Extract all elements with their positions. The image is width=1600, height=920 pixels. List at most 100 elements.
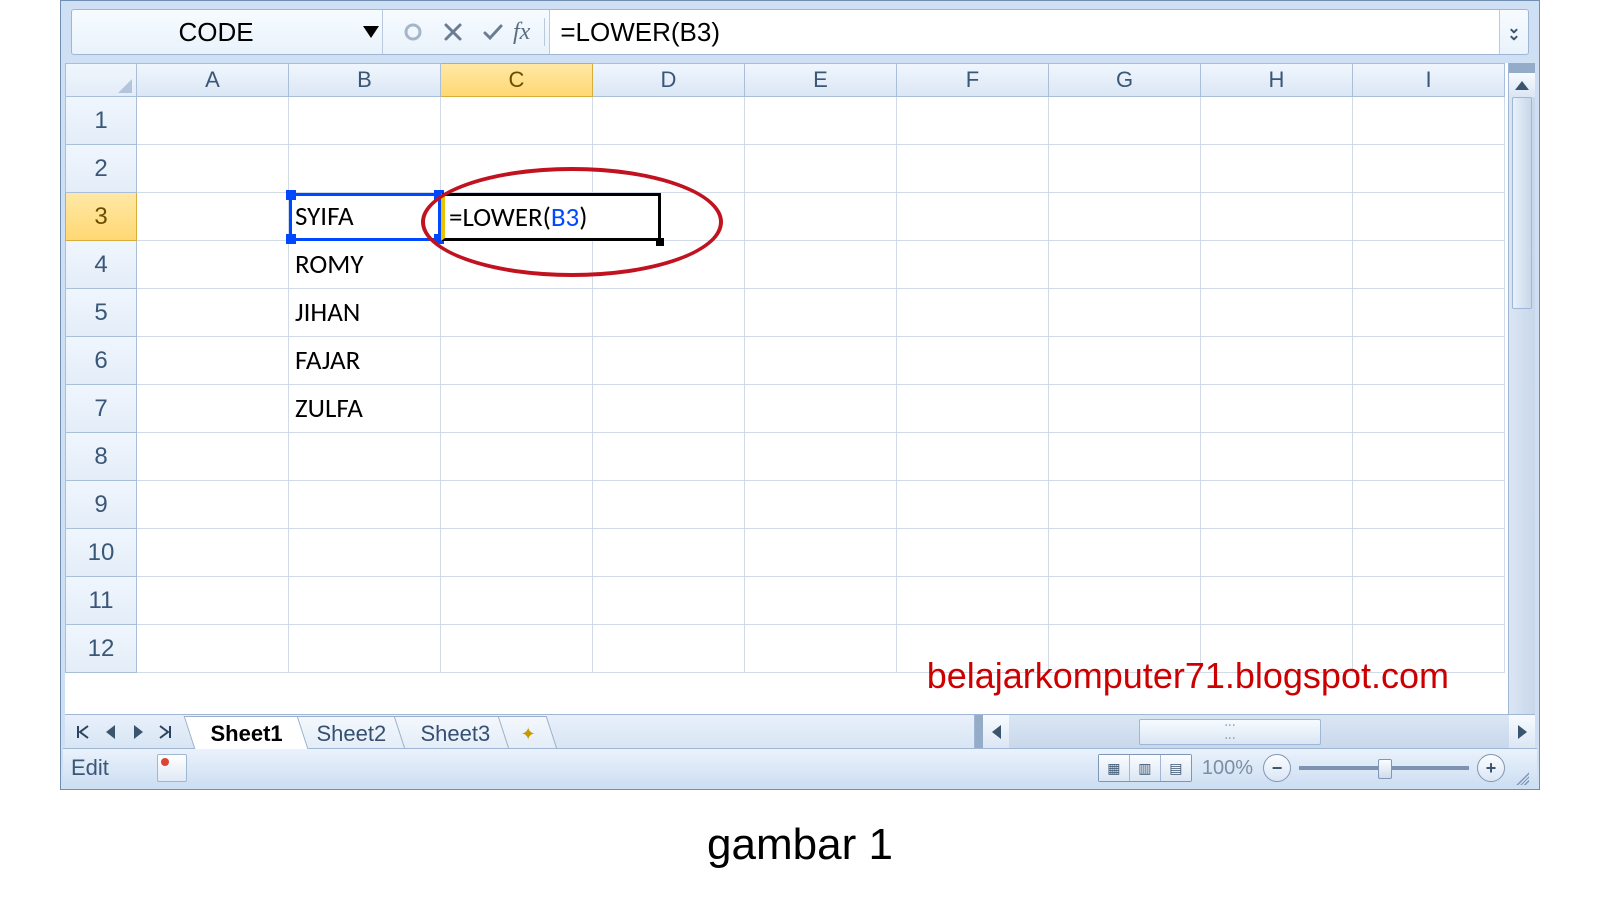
horizontal-scroll-track[interactable] — [1009, 715, 1509, 749]
cell-C8[interactable] — [441, 433, 593, 481]
cell-F6[interactable] — [897, 337, 1049, 385]
pane-splitter-vertical[interactable] — [1509, 63, 1535, 73]
cell-C6[interactable] — [441, 337, 593, 385]
cell-G8[interactable] — [1049, 433, 1201, 481]
scroll-left-button[interactable] — [983, 715, 1009, 749]
cell-I8[interactable] — [1353, 433, 1505, 481]
spreadsheet-grid[interactable]: A B C D E F G H I 123SYIFA4ROMY5JIHAN6FA… — [65, 63, 1509, 715]
zoom-percentage[interactable]: 100% — [1202, 757, 1253, 780]
tab-nav-next[interactable] — [127, 721, 149, 743]
sheet-tab-2[interactable]: Sheet2 — [290, 716, 412, 749]
cell-F5[interactable] — [897, 289, 1049, 337]
cell-A2[interactable] — [137, 145, 289, 193]
vertical-scrollbar[interactable] — [1508, 63, 1535, 715]
cell-E8[interactable] — [745, 433, 897, 481]
sheet-tab-1[interactable]: Sheet1 — [184, 716, 309, 749]
cell-H8[interactable] — [1201, 433, 1353, 481]
zoom-slider-knob[interactable] — [1378, 759, 1392, 779]
cell-E5[interactable] — [745, 289, 897, 337]
row-header-9[interactable]: 9 — [65, 481, 137, 529]
row-header-1[interactable]: 1 — [65, 97, 137, 145]
cell-D12[interactable] — [593, 625, 745, 673]
macro-record-button[interactable] — [157, 754, 187, 782]
cell-E7[interactable] — [745, 385, 897, 433]
cell-C7[interactable] — [441, 385, 593, 433]
column-header-C[interactable]: C — [441, 63, 593, 97]
cell-C10[interactable] — [441, 529, 593, 577]
cancel-formula-button[interactable] — [435, 16, 471, 48]
column-header-D[interactable]: D — [593, 63, 745, 97]
cell-E1[interactable] — [745, 97, 897, 145]
cell-D8[interactable] — [593, 433, 745, 481]
window-resize-grip[interactable] — [1513, 769, 1529, 785]
cell-editor-C3[interactable]: =LOWER(B3) — [441, 193, 661, 241]
scroll-right-button[interactable] — [1509, 715, 1535, 749]
expand-formula-bar-button[interactable]: ⌄⌄ — [1500, 10, 1528, 54]
cell-I3[interactable] — [1353, 193, 1505, 241]
cell-G2[interactable] — [1049, 145, 1201, 193]
vertical-scroll-thumb[interactable] — [1512, 97, 1532, 309]
zoom-slider[interactable] — [1299, 766, 1469, 770]
column-header-F[interactable]: F — [897, 63, 1049, 97]
cell-A5[interactable] — [137, 289, 289, 337]
row-header-6[interactable]: 6 — [65, 337, 137, 385]
cell-D2[interactable] — [593, 145, 745, 193]
cell-G1[interactable] — [1049, 97, 1201, 145]
column-header-B[interactable]: B — [289, 63, 441, 97]
cell-H2[interactable] — [1201, 145, 1353, 193]
view-normal-button[interactable]: ▦ — [1099, 755, 1130, 781]
formula-input[interactable]: =LOWER(B3) — [549, 10, 1500, 54]
cell-G9[interactable] — [1049, 481, 1201, 529]
pane-splitter-horizontal[interactable] — [975, 715, 983, 749]
cell-D11[interactable] — [593, 577, 745, 625]
horizontal-scrollbar[interactable] — [974, 715, 1535, 749]
cell-D6[interactable] — [593, 337, 745, 385]
cell-E6[interactable] — [745, 337, 897, 385]
cell-F8[interactable] — [897, 433, 1049, 481]
cell-I5[interactable] — [1353, 289, 1505, 337]
cell-A11[interactable] — [137, 577, 289, 625]
cell-A7[interactable] — [137, 385, 289, 433]
cell-H11[interactable] — [1201, 577, 1353, 625]
cell-B10[interactable] — [289, 529, 441, 577]
zoom-in-button[interactable]: + — [1477, 754, 1505, 782]
row-header-8[interactable]: 8 — [65, 433, 137, 481]
insert-function-button[interactable]: fx — [513, 19, 530, 46]
cell-E12[interactable] — [745, 625, 897, 673]
cell-D7[interactable] — [593, 385, 745, 433]
cell-A1[interactable] — [137, 97, 289, 145]
cell-H1[interactable] — [1201, 97, 1353, 145]
cell-C4[interactable] — [441, 241, 593, 289]
cell-F4[interactable] — [897, 241, 1049, 289]
column-header-I[interactable]: I — [1353, 63, 1505, 97]
cell-H3[interactable] — [1201, 193, 1353, 241]
cell-G3[interactable] — [1049, 193, 1201, 241]
cell-A10[interactable] — [137, 529, 289, 577]
row-header-5[interactable]: 5 — [65, 289, 137, 337]
cell-B4[interactable]: ROMY — [289, 241, 441, 289]
cell-H6[interactable] — [1201, 337, 1353, 385]
cell-G5[interactable] — [1049, 289, 1201, 337]
cell-G4[interactable] — [1049, 241, 1201, 289]
cell-E2[interactable] — [745, 145, 897, 193]
row-header-4[interactable]: 4 — [65, 241, 137, 289]
tab-nav-prev[interactable] — [99, 721, 121, 743]
cell-E9[interactable] — [745, 481, 897, 529]
row-header-7[interactable]: 7 — [65, 385, 137, 433]
cell-B5[interactable]: JIHAN — [289, 289, 441, 337]
row-header-10[interactable]: 10 — [65, 529, 137, 577]
name-box-dropdown[interactable] — [360, 10, 382, 54]
cell-F1[interactable] — [897, 97, 1049, 145]
cell-C2[interactable] — [441, 145, 593, 193]
tab-nav-last[interactable] — [155, 721, 177, 743]
scroll-up-button[interactable] — [1509, 73, 1535, 97]
cell-B7[interactable]: ZULFA — [289, 385, 441, 433]
cell-A8[interactable] — [137, 433, 289, 481]
cell-H4[interactable] — [1201, 241, 1353, 289]
cell-B8[interactable] — [289, 433, 441, 481]
cell-I9[interactable] — [1353, 481, 1505, 529]
cell-B1[interactable] — [289, 97, 441, 145]
cell-D1[interactable] — [593, 97, 745, 145]
cell-F2[interactable] — [897, 145, 1049, 193]
cell-D9[interactable] — [593, 481, 745, 529]
